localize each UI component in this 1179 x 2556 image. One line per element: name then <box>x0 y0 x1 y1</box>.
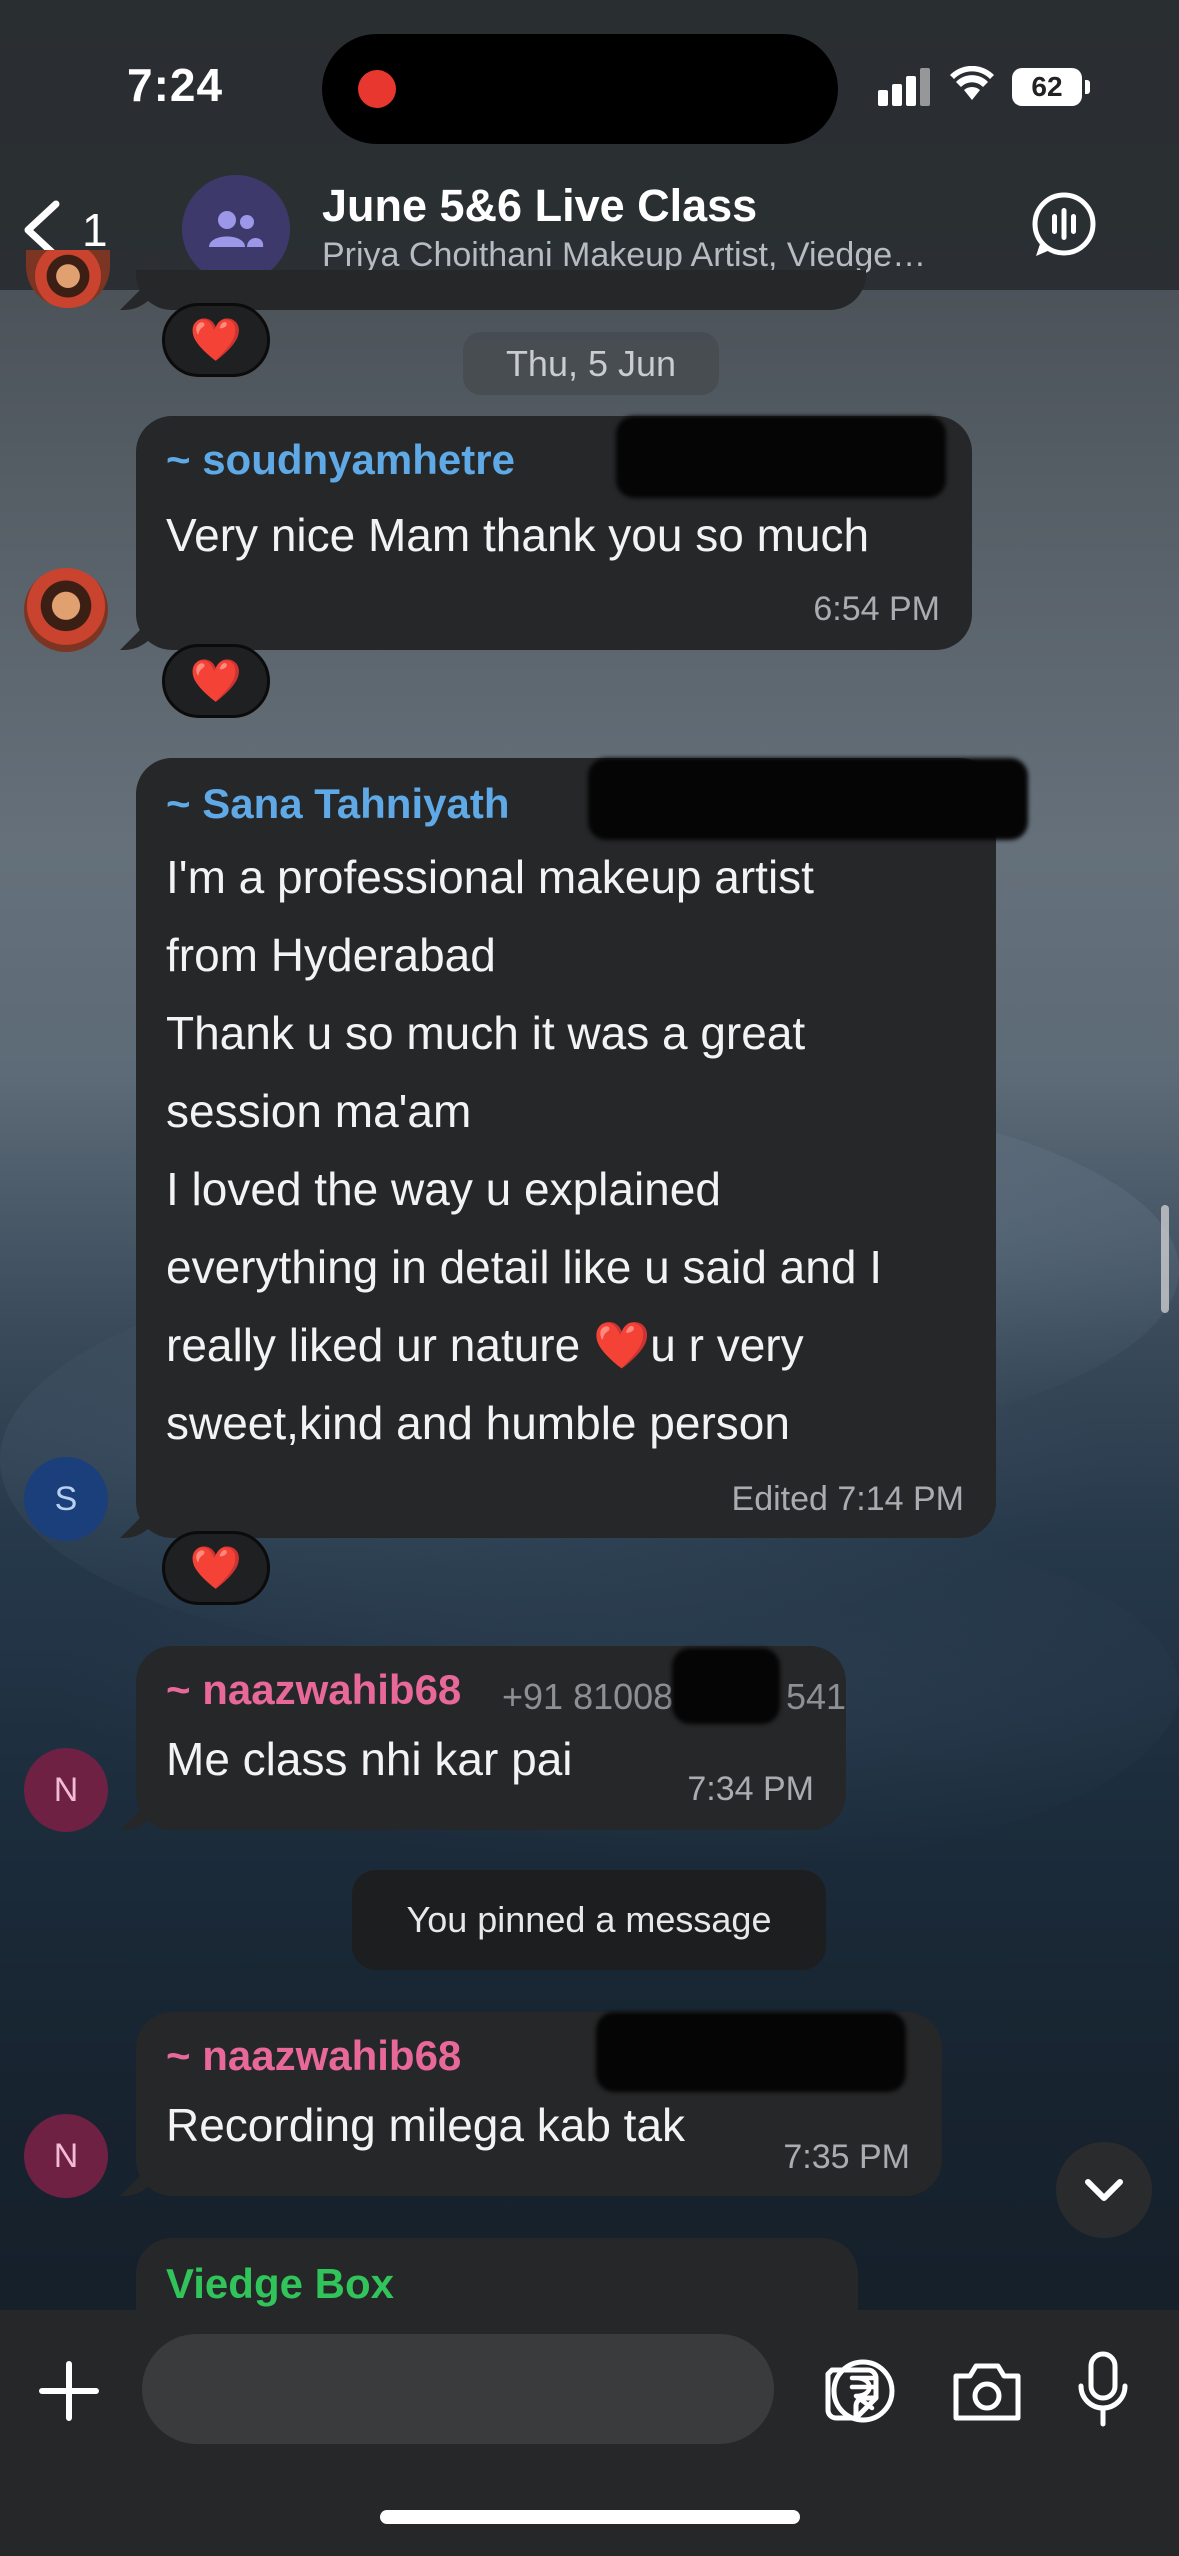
cellular-signal-icon <box>878 66 934 106</box>
avatar[interactable]: N <box>24 2114 108 2198</box>
phone-number: +91 81008 <box>502 1676 674 1717</box>
home-indicator[interactable] <box>380 2510 800 2524</box>
unread-count: 1 <box>82 204 108 256</box>
battery-icon: 62 <box>1012 68 1090 106</box>
sender-name[interactable]: ~ soudnyamhetre <box>166 436 515 484</box>
avatar[interactable]: N <box>24 1748 108 1832</box>
sender-name[interactable]: ~ naazwahib68 <box>166 2032 461 2080</box>
date-separator: Thu, 5 Jun <box>463 332 719 395</box>
redacted-phone <box>588 758 1028 840</box>
message-input[interactable] <box>142 2334 879 2444</box>
camera-icon[interactable] <box>950 2358 1024 2424</box>
recording-indicator-icon <box>358 70 396 108</box>
message-bubble[interactable]: ~ Sana Tahniyath I'm a professional make… <box>136 758 1028 1538</box>
redacted-phone <box>596 2012 906 2092</box>
reaction-heart[interactable]: ❤️ <box>162 1531 270 1605</box>
system-message: You pinned a message <box>352 1870 826 1970</box>
redacted-phone <box>672 1648 780 1724</box>
dynamic-island <box>322 34 838 144</box>
message-bubble-partial[interactable] <box>136 270 866 310</box>
avatar[interactable] <box>24 568 108 652</box>
avatar[interactable]: S <box>24 1457 108 1541</box>
sender-name[interactable]: Viedge Box <box>166 2260 394 2308</box>
message-bubble[interactable]: ~ naazwahib68 Recording milega kab tak 7… <box>136 2012 942 2196</box>
message-time: Edited 7:14 PM <box>731 1480 964 1518</box>
message-text: I'm a professional makeup artist from Hy… <box>166 851 882 1449</box>
scrollbar[interactable] <box>1161 1205 1169 1313</box>
message-text: Very nice Mam thank you so much <box>166 509 870 561</box>
microphone-icon[interactable] <box>1075 2350 1131 2430</box>
avatar[interactable] <box>26 250 110 308</box>
message-text: Recording milega kab tak <box>166 2099 686 2151</box>
redacted-phone <box>616 416 946 498</box>
rupee-payment-icon[interactable] <box>830 2358 896 2424</box>
sender-name[interactable]: ~ naazwahib68 <box>166 1666 461 1714</box>
message-time: 6:54 PM <box>813 590 940 628</box>
voice-chat-icon[interactable] <box>1030 192 1098 260</box>
message-bubble[interactable]: ~ naazwahib68 +91 81008 541 Me class nhi… <box>136 1646 846 1830</box>
wifi-icon <box>950 66 994 100</box>
reaction-heart[interactable]: ❤️ <box>162 644 270 718</box>
status-bar: 7:24 62 <box>0 0 1179 170</box>
attach-plus-icon[interactable] <box>38 2360 100 2422</box>
message-bubble[interactable]: ~ soudnyamhetre Very nice Mam thank you … <box>136 416 972 650</box>
status-time: 7:24 <box>127 59 224 111</box>
scroll-to-bottom-button[interactable] <box>1056 2142 1152 2238</box>
group-title[interactable]: June 5&6 Live Class <box>322 180 757 232</box>
group-avatar[interactable] <box>182 175 290 283</box>
message-time: 7:34 PM <box>687 1770 814 1808</box>
chevron-down-icon <box>1085 2179 1123 2201</box>
reaction-heart[interactable]: ❤️ <box>162 303 270 377</box>
message-text: Me class nhi kar pai <box>166 1733 573 1785</box>
group-icon <box>209 211 264 247</box>
message-time: 7:35 PM <box>783 2138 910 2176</box>
phone-number-tail: 541 <box>786 1676 847 1717</box>
sender-name[interactable]: ~ Sana Tahniyath <box>166 780 510 828</box>
